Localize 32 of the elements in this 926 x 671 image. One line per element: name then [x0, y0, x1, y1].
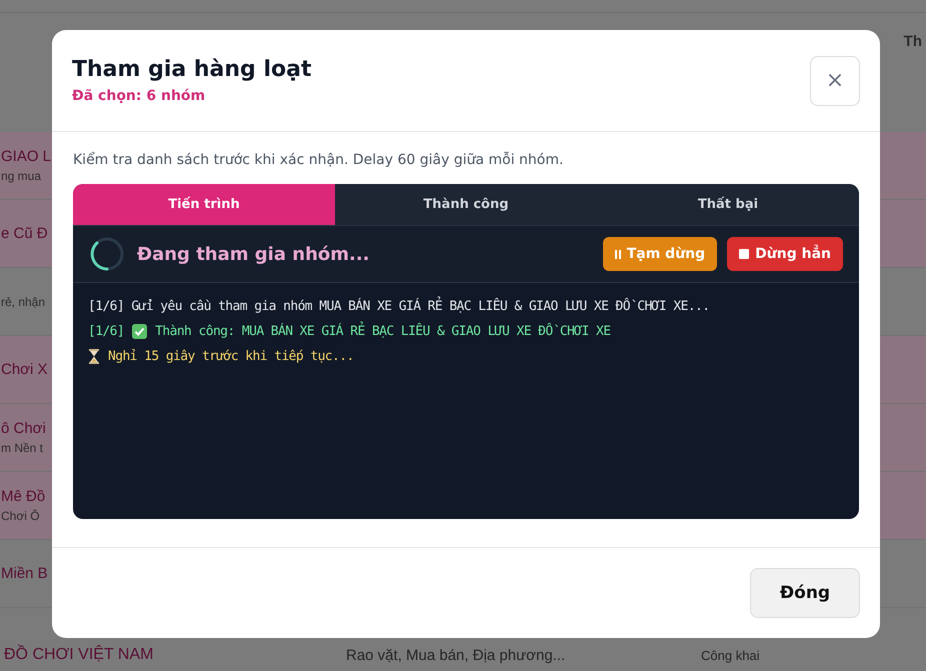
tab[interactable]: Tiến trình — [73, 184, 335, 225]
pause-button[interactable]: Tạm dừng — [602, 237, 718, 271]
log-prefix: [1/6] — [88, 324, 124, 338]
close-button[interactable]: × — [810, 56, 860, 106]
group-name: Chơi X — [1, 361, 48, 378]
group-name: GIAO L — [1, 148, 51, 165]
log-line: Thành công: MUA BÁN XE GIÁ RẺ BẠC LIÊU & GIAO LƯU XE ĐỒ CHƠI XE — [155, 324, 610, 338]
group-name: Miền B — [1, 565, 48, 582]
log-line: [1/6] Gửi yêu cầu tham gia nhóm MUA BÁN XE GIÁ RẺ BẠC LIÊU & GIAO LƯU XE ĐỒ CHƠI XE... — [88, 298, 710, 314]
spinner-icon — [89, 236, 125, 272]
check-icon — [132, 324, 148, 338]
dialog-title: Tham gia hàng loạt — [72, 57, 312, 82]
column-header: Th — [904, 33, 922, 52]
group-description: ng mua — [1, 169, 42, 183]
group-privacy: Công khai — [701, 648, 760, 662]
instruction-text: Kiểm tra danh sách trước khi xác nhận. Delay 60 giây giữa mỗi nhóm. — [73, 152, 564, 168]
stop-button[interactable]: Dừng hẳn — [727, 237, 843, 271]
group-name: ô Chơi — [1, 420, 46, 437]
close-button[interactable]: Đóng — [750, 568, 860, 618]
group-topics: Rao vặt, Mua bán, Địa phương... — [346, 646, 566, 664]
group-name: Mê Đồ — [1, 488, 46, 505]
status-text: Đang tham gia nhóm... — [137, 244, 370, 264]
hourglass-icon — [88, 348, 100, 364]
selected-count: Đã chọn: 6 nhóm — [72, 88, 206, 104]
group-description: m Nền t — [1, 441, 44, 455]
tab[interactable]: Thành công — [335, 184, 597, 225]
log-line: Nghỉ 15 giây trước khi tiếp tục... — [108, 348, 354, 364]
group-description: rẻ, nhận — [1, 294, 46, 308]
group-description: Chơi Ô — [1, 509, 40, 523]
group-name: e Cũ Đ — [1, 225, 48, 242]
group-name: ĐỒ CHƠI VIỆT NAM — [4, 646, 154, 664]
tab[interactable]: Thất bại — [597, 184, 859, 225]
